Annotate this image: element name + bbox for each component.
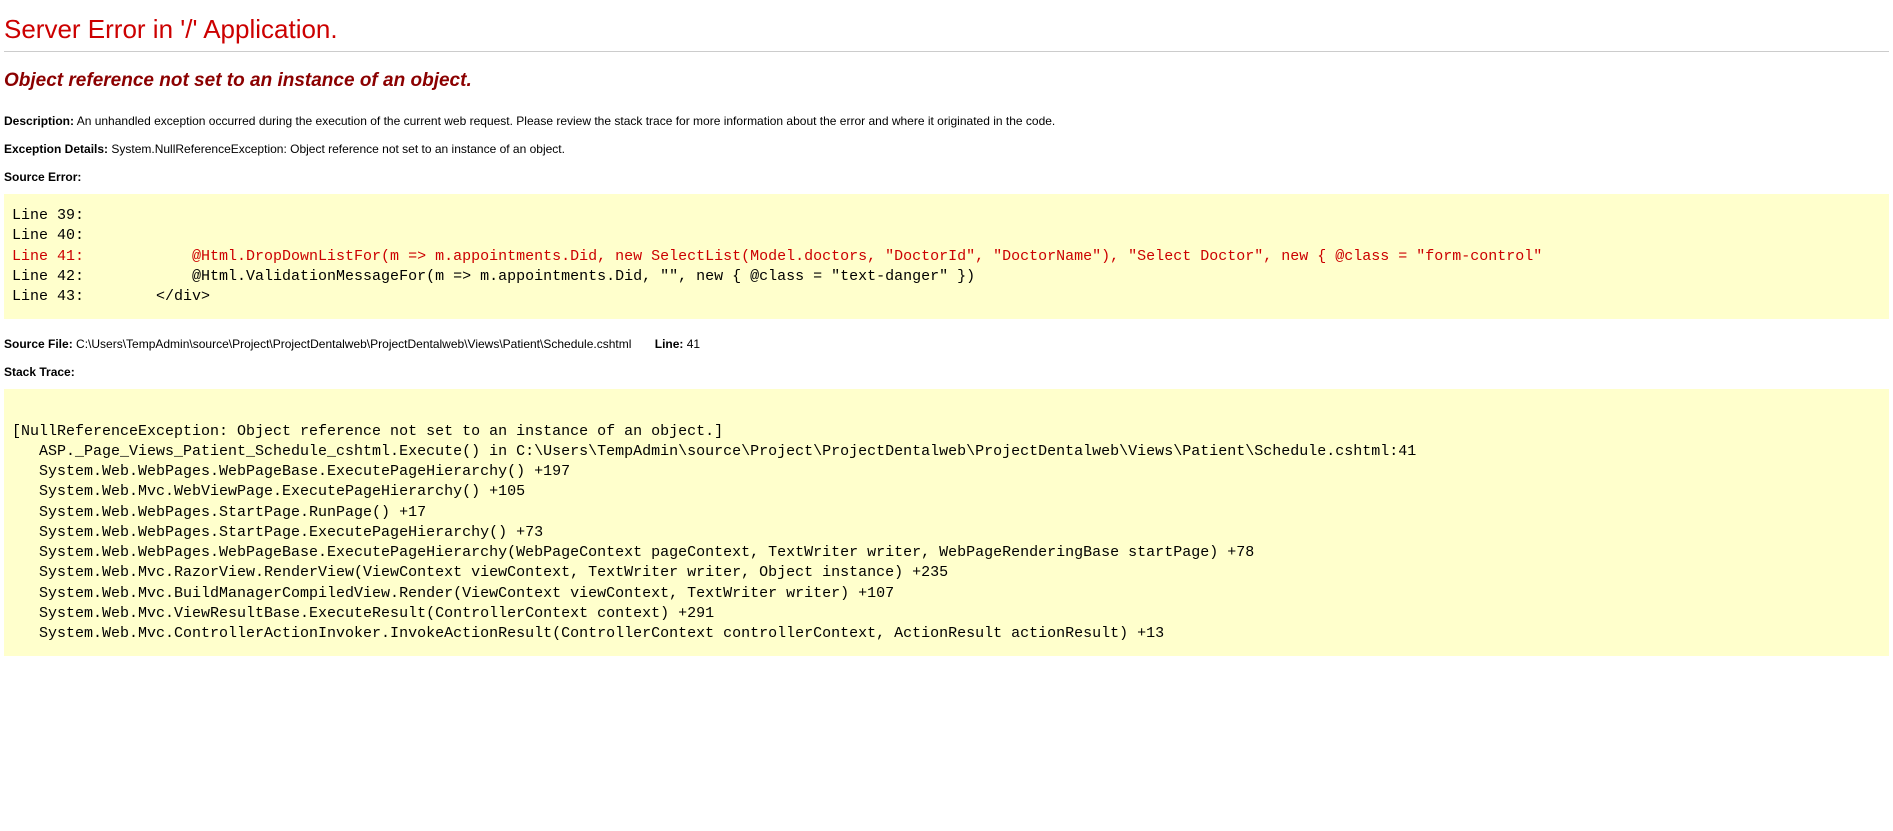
exception-details-line: Exception Details: System.NullReferenceE…	[4, 142, 1889, 156]
source-error-code: Line 39: Line 40: Line 41: @Html.DropDow…	[12, 206, 1881, 307]
line-number: 41	[687, 337, 700, 351]
exception-details-text: System.NullReferenceException: Object re…	[111, 142, 565, 156]
page-title: Server Error in '/' Application.	[4, 14, 1889, 45]
stack-trace-block: [NullReferenceException: Object referenc…	[4, 389, 1889, 656]
title-divider	[4, 51, 1889, 52]
exception-details-label: Exception Details:	[4, 142, 108, 156]
source-line-40: Line 40:	[12, 227, 84, 244]
source-error-label: Source Error:	[4, 170, 1889, 184]
source-file-text: C:\Users\TempAdmin\source\Project\Projec…	[76, 337, 631, 351]
source-file-label: Source File:	[4, 337, 73, 351]
source-file-line: Source File: C:\Users\TempAdmin\source\P…	[4, 337, 1889, 351]
source-line-42: Line 42: @Html.ValidationMessageFor(m =>…	[12, 268, 975, 285]
description-line: Description: An unhandled exception occu…	[4, 114, 1889, 128]
source-error-block: Line 39: Line 40: Line 41: @Html.DropDow…	[4, 194, 1889, 319]
source-line-39: Line 39:	[12, 207, 84, 224]
exception-message: Object reference not set to an instance …	[4, 70, 1889, 92]
description-text: An unhandled exception occurred during t…	[77, 114, 1056, 128]
source-line-41-highlight: Line 41: @Html.DropDownListFor(m => m.ap…	[12, 248, 1542, 265]
source-line-43: Line 43: </div>	[12, 288, 210, 305]
description-label: Description:	[4, 114, 74, 128]
stack-trace-code: [NullReferenceException: Object referenc…	[12, 401, 1881, 644]
stack-trace-label: Stack Trace:	[4, 365, 1889, 379]
line-label: Line:	[655, 337, 684, 351]
